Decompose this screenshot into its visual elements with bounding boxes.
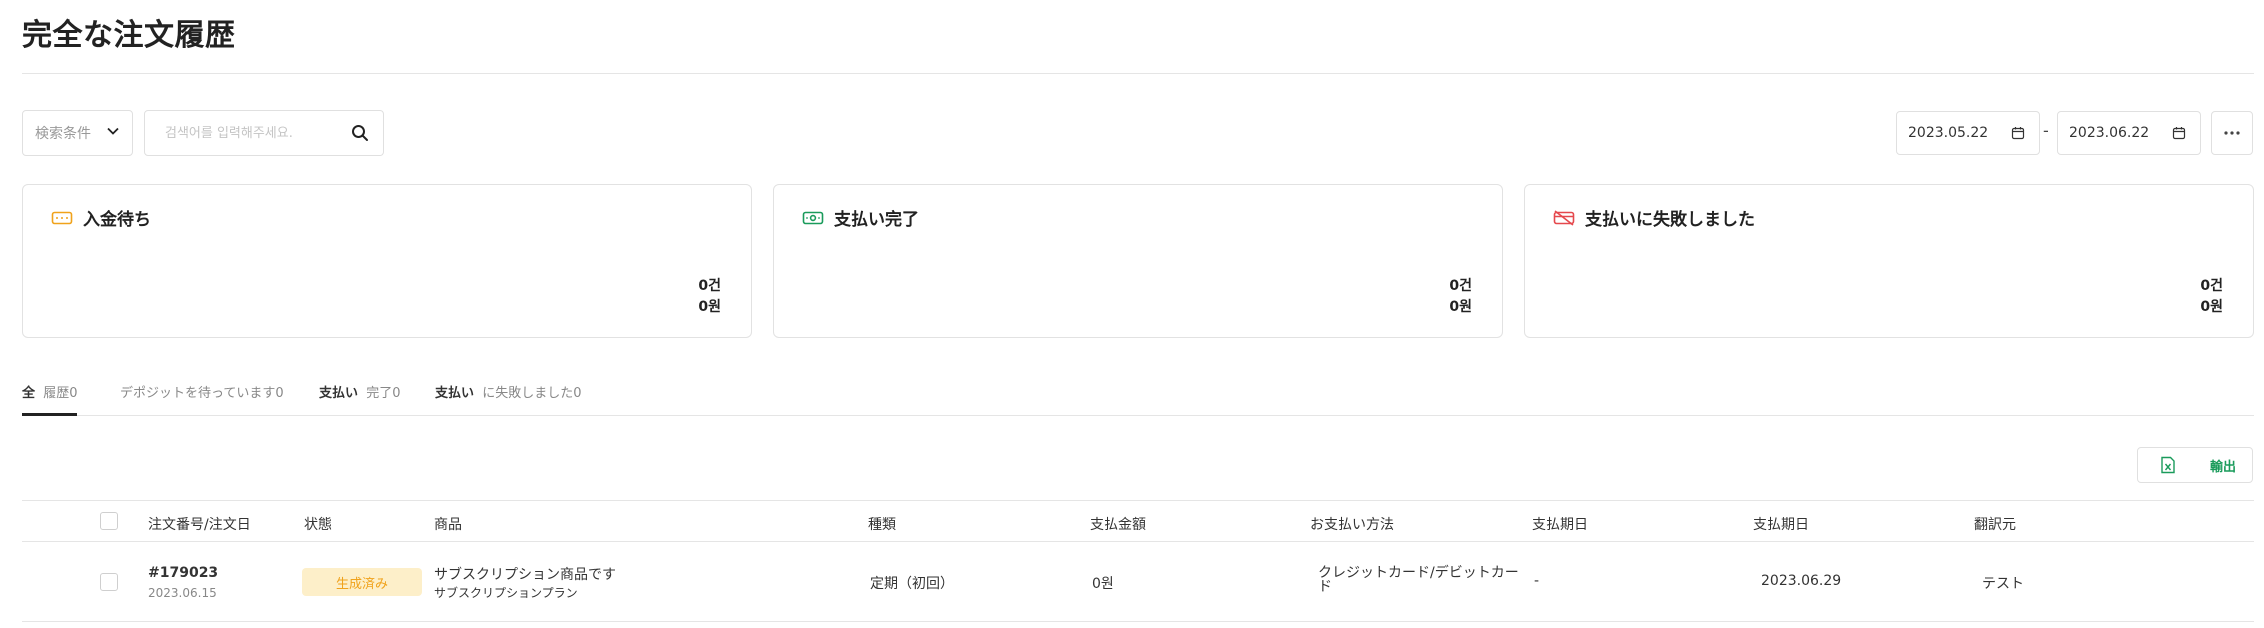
active-tab-underline [22,413,77,416]
column-header: 支払期日 [1753,517,1809,533]
row-checkbox[interactable] [100,573,118,591]
tab-label: 完了0 [366,386,401,401]
order-number[interactable]: #179023 [148,565,218,581]
card-amount: 0원 [2200,299,2223,315]
card-count: 0건 [1449,278,1472,294]
column-header: 状態 [304,517,332,533]
date-from-field[interactable]: 2023.05.22 [1896,111,2040,155]
summary-card-failed: 支払いに失敗しました 0건 0원 [1524,184,2254,338]
product-plan: サブスクリプションプラン [434,586,578,600]
page-title: 完全な注文履歴 [22,18,236,53]
more-options-button[interactable] [2211,111,2253,155]
tab-prefix: 支払い [319,386,359,401]
tab-label: 履歴0 [43,386,78,401]
card-title: 支払い完了 [834,210,919,230]
more-horizontal-icon [2223,130,2241,136]
date-to-field[interactable]: 2023.06.22 [2057,111,2201,155]
column-header: 商品 [434,517,462,533]
order-date: 2023.06.15 [148,586,217,600]
search-icon[interactable] [351,124,369,142]
card-count: 0건 [2200,278,2223,294]
card-title: 支払いに失敗しました [1585,210,1755,230]
excel-icon [2160,456,2176,474]
payment-amount: 0원 [1092,576,1114,592]
payment-method-line: クレジットカード/デビットカー [1318,565,1519,581]
chevron-down-icon [106,124,120,142]
card-title: 入金待ち [83,210,151,230]
card-pending-icon [51,210,73,226]
select-all-checkbox[interactable] [100,512,118,530]
calendar-icon [2172,126,2186,140]
search-input[interactable] [165,125,351,141]
export-button[interactable]: 輸出 [2137,447,2253,483]
search-condition-label: 検索条件 [35,126,91,142]
payment-method: クレジットカード/デビットカー ド [1318,566,1519,594]
due-date: 2023.06.29 [1761,573,1842,589]
tab-prefix: 支払い [435,386,475,401]
calendar-icon [2011,126,2025,140]
product-name: サブスクリプション商品です [434,567,616,583]
summary-card-completed: 支払い完了 0건 0원 [773,184,1503,338]
summary-card-pending: 入金待ち 0건 0원 [22,184,752,338]
status-badge: 生成済み [302,568,422,596]
search-box [144,110,384,156]
title-divider [22,73,2254,74]
tab-label: に失敗しました0 [482,386,582,401]
tab-payment-failed[interactable]: 支払い に失敗しました0 [435,382,582,401]
card-amount: 0원 [698,299,721,315]
column-header: 翻訳元 [1974,517,2016,533]
column-header: 種類 [868,517,896,533]
tab-all[interactable]: 全 履歴0 [22,382,78,401]
order-type: 定期（初回） [870,576,954,592]
card-failed-icon [1553,209,1575,226]
status-tabs: 全 履歴0 デポジットを待っています0 支払い 完了0 支払い に失敗しました0 [22,376,2254,416]
payment-method-line: ド [1318,579,1332,595]
tab-payment-completed[interactable]: 支払い 完了0 [319,382,401,401]
date-separator: - [2043,121,2049,140]
card-count: 0건 [698,278,721,294]
card-amount: 0원 [1449,299,1472,315]
cash-icon [802,210,824,226]
tab-prefix: 全 [22,386,36,401]
export-label: 輸出 [2209,459,2236,475]
column-header: 注文番号/注文日 [148,517,251,533]
column-header: お支払い方法 [1310,517,1394,533]
column-header: 支払期日 [1532,517,1588,533]
date-from-value: 2023.05.22 [1908,125,1989,141]
table-header: 注文番号/注文日 状態 商品 種類 支払金額 お支払い方法 支払期日 支払期日 … [22,500,2254,542]
table-row[interactable]: #179023 2023.06.15 生成済み サブスクリプション商品です サブ… [22,542,2254,622]
column-header: 支払金額 [1090,517,1146,533]
tab-label: デポジットを待っています0 [120,386,284,401]
tab-awaiting-deposit[interactable]: デポジットを待っています0 [120,382,284,401]
due-date: - [1534,573,1540,589]
source: テスト [1982,576,2024,592]
date-to-value: 2023.06.22 [2069,125,2150,141]
search-condition-select[interactable]: 検索条件 [22,110,133,156]
